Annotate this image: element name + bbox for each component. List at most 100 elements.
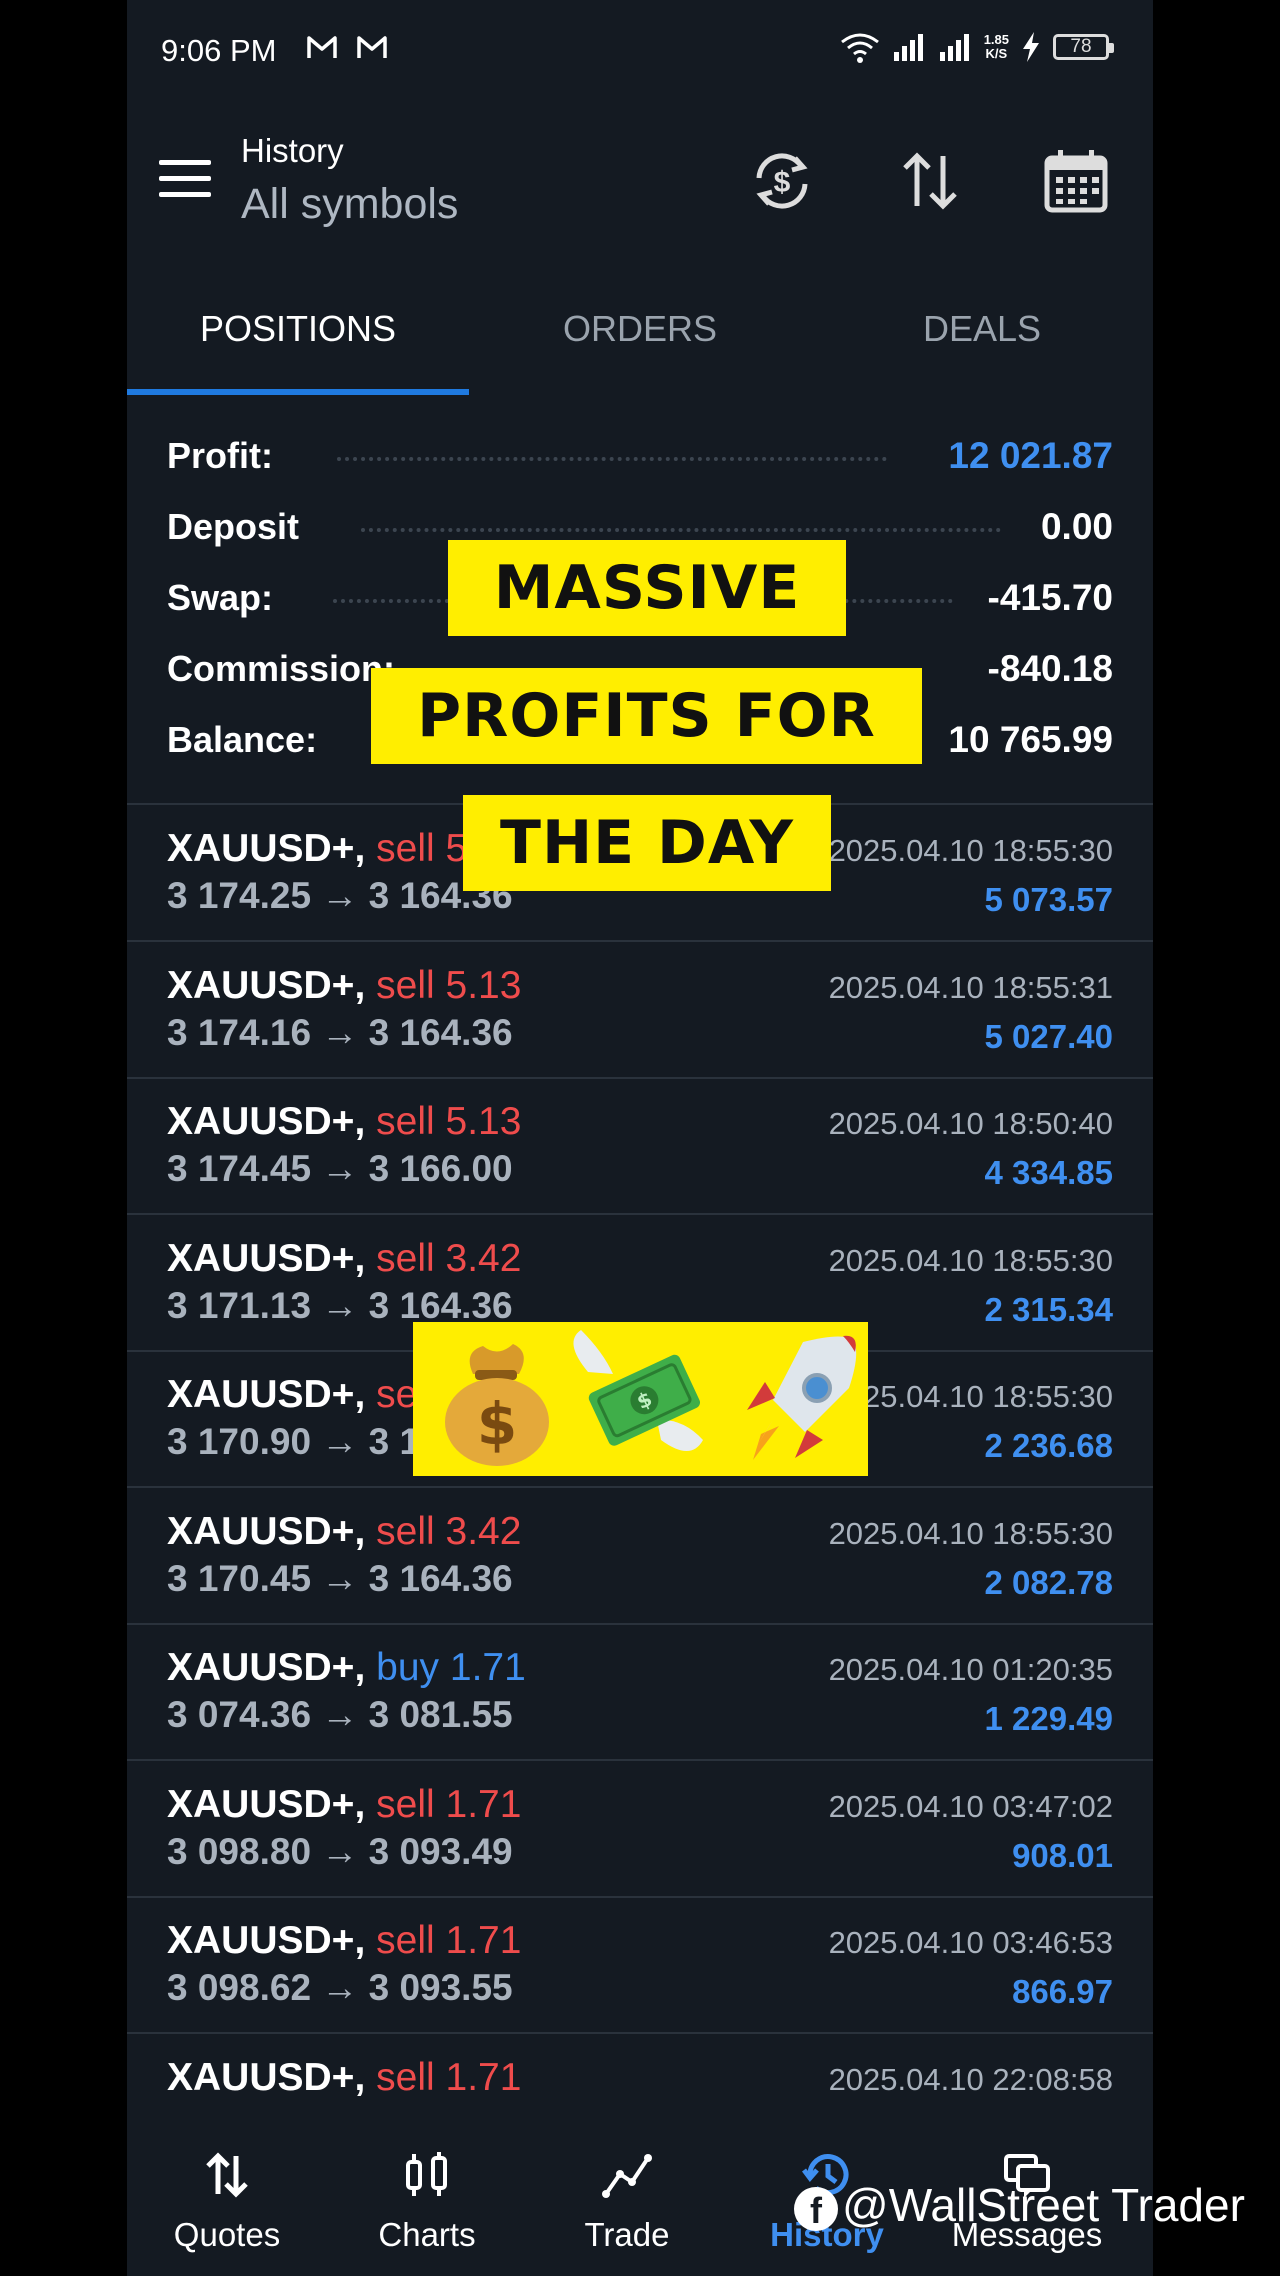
position-symbol: XAUUSD+, sell 5.13 — [167, 1100, 522, 1143]
status-icons: 1.85 K/S 78 — [840, 30, 1114, 64]
arrow-icon: → — [321, 1694, 359, 1735]
position-time: 2025.04.10 18:55:31 — [828, 969, 1113, 1005]
position-symbol: XAUUSD+, sell 1.71 — [167, 2055, 522, 2099]
position-time: 2025.04.10 18:55:30 — [828, 1515, 1113, 1551]
charts-icon — [406, 2152, 447, 2196]
currency-sync-icon[interactable]: $ — [749, 148, 815, 214]
position-symbol: XAUUSD+, buy 1.71 — [167, 1646, 526, 1689]
position-time: 2025.04.10 18:55:30 — [828, 1379, 1113, 1414]
position-prices: 3 174.25 → 3 164.36 — [167, 875, 513, 916]
position-row[interactable]: XAUUSD+, sell 1.71 3 098.62 → 3 093.55 202… — [127, 1897, 1153, 2034]
position-side: sell 3.42 — [376, 1236, 522, 1280]
trade-icon — [602, 2154, 652, 2198]
status-time: 9:06 PM — [161, 33, 277, 68]
charging-icon — [1023, 32, 1039, 62]
position-prices: 3 170.45 → 3 164.36 — [167, 1557, 513, 1599]
position-side: buy 1.71 — [376, 1646, 526, 1689]
position-profit: 5 073.57 — [984, 881, 1113, 918]
position-prices: 3 098.62 → 3 093.55 — [167, 1967, 513, 2008]
position-row[interactable]: XAUUSD+, sell 5.13 3 174.45 → 3 166.00 202… — [127, 1078, 1153, 1215]
tab-orders[interactable]: ORDERS — [469, 308, 811, 350]
app-bar: History All symbols $ — [127, 110, 1153, 260]
active-tab-indicator — [127, 389, 469, 395]
position-profit: 5 027.40 — [984, 1017, 1113, 1055]
position-symbol: XAUUSD+, sell 1.71 — [167, 1919, 522, 1962]
svg-text:$: $ — [774, 166, 791, 199]
position-symbol: XAUUSD+, sell 5.13 — [167, 963, 522, 1007]
calendar-icon[interactable] — [1043, 148, 1109, 214]
nav-trade[interactable]: Trade — [527, 2120, 727, 2276]
position-row[interactable]: XAUUSD+, sell 1.71 3 098.80 → 3 093.49 202… — [127, 1761, 1153, 1898]
position-time: 2025.04.10 03:46:53 — [828, 1925, 1113, 1960]
svg-text:$: $ — [477, 1390, 517, 1458]
wifi-icon — [840, 33, 879, 63]
tab-positions[interactable]: POSITIONS — [127, 308, 469, 350]
headline-line-2: PROFITS FOR — [371, 668, 922, 764]
watermark: f @WallStreet Trader — [794, 2178, 1245, 2232]
app-screen: 9:06 PM 1.85 K/S 78 History All symbols … — [127, 0, 1153, 2276]
position-time: 2025.04.10 01:20:35 — [828, 1652, 1113, 1687]
money-with-wings-icon: $ — [573, 1330, 703, 1451]
position-profit: 2 315.34 — [984, 1290, 1113, 1328]
position-side: sell 1.71 — [376, 1782, 522, 1826]
position-time: 2025.04.10 03:47:02 — [828, 1788, 1113, 1824]
signal-icon — [893, 34, 923, 61]
position-profit: 908.01 — [1012, 1836, 1113, 1874]
position-profit: 866.97 — [1012, 1973, 1113, 2010]
quotes-icon — [206, 2152, 248, 2198]
position-side: sell 5.13 — [376, 1100, 522, 1143]
position-time: 2025.04.10 18:55:30 — [828, 1242, 1113, 1278]
headline-line-3: THE DAY — [463, 795, 831, 891]
gmail-icon — [307, 36, 337, 58]
headline-line-1: MASSIVE — [448, 540, 846, 636]
position-prices: 3 174.45 → 3 166.00 — [167, 1148, 513, 1189]
battery-icon: 78 — [1053, 34, 1114, 60]
position-prices: 3 171.13 → 3 164.36 — [167, 1284, 513, 1326]
position-time: 2025.04.10 18:55:30 — [828, 833, 1113, 868]
position-row[interactable]: XAUUSD+, buy 1.71 3 074.36 → 3 081.55 2025… — [127, 1624, 1153, 1761]
money-bag-icon: $ — [445, 1344, 549, 1466]
commission-value: -840.18 — [987, 648, 1114, 689]
arrow-icon: → — [321, 1421, 359, 1462]
position-prices: 3 098.80 → 3 093.49 — [167, 1830, 513, 1872]
position-row[interactable]: XAUUSD+, sell 3.42 3 170.45 → 3 164.36 202… — [127, 1488, 1153, 1625]
nav-quotes[interactable]: Quotes — [127, 2120, 327, 2276]
position-profit: 2 082.78 — [984, 1563, 1113, 1601]
summary-row-profit: Profit: 12 021.87 — [167, 435, 1113, 476]
emoji-banner: $ $ — [413, 1322, 868, 1476]
swap-value: -415.70 — [987, 577, 1114, 618]
position-row[interactable]: XAUUSD+, sell 5.13 3 174.16 → 3 164.36 202… — [127, 942, 1153, 1079]
arrow-icon: → — [321, 1967, 359, 2008]
menu-icon[interactable] — [159, 160, 211, 200]
position-prices: 3 074.36 → 3 081.55 — [167, 1694, 513, 1735]
arrow-icon: → — [321, 1557, 359, 1599]
position-side: sell 1.71 — [376, 1919, 522, 1962]
arrow-icon: → — [321, 1011, 359, 1053]
network-speed: 1.85 K/S — [983, 32, 1009, 61]
position-profit: 4 334.85 — [984, 1154, 1113, 1191]
position-symbol: XAUUSD+, sell 1.71 — [167, 1782, 522, 1826]
position-profit: 2 236.68 — [984, 1427, 1113, 1464]
page-title: History — [241, 132, 344, 169]
rocket-icon — [747, 1335, 857, 1460]
balance-value: 10 765.99 — [948, 719, 1113, 760]
position-prices: 3 174.16 → 3 164.36 — [167, 1011, 513, 1053]
sort-icon[interactable] — [897, 148, 963, 214]
position-symbol: XAUUSD+, sell 3.42 — [167, 1236, 522, 1280]
position-side: sell 5.13 — [376, 963, 522, 1007]
arrow-icon: → — [321, 1148, 359, 1189]
nav-charts[interactable]: Charts — [327, 2120, 527, 2276]
facebook-icon: f — [794, 2186, 838, 2231]
deposit-value: 0.00 — [1040, 506, 1113, 547]
position-time: 2025.04.10 18:50:40 — [828, 1106, 1113, 1141]
position-side: sell 1.71 — [376, 2055, 522, 2099]
symbol-filter[interactable]: All symbols — [241, 180, 458, 229]
arrow-icon: → — [321, 1830, 359, 1872]
profit-value: 12 021.87 — [948, 435, 1113, 476]
tab-deals[interactable]: DEALS — [811, 308, 1153, 350]
position-time: 2025.04.10 22:08:58 — [828, 2061, 1113, 2097]
signal-icon — [939, 34, 969, 61]
position-symbol: XAUUSD+, sell 3.42 — [167, 1509, 522, 1553]
arrow-icon: → — [321, 875, 359, 916]
gmail-icon — [357, 36, 387, 58]
